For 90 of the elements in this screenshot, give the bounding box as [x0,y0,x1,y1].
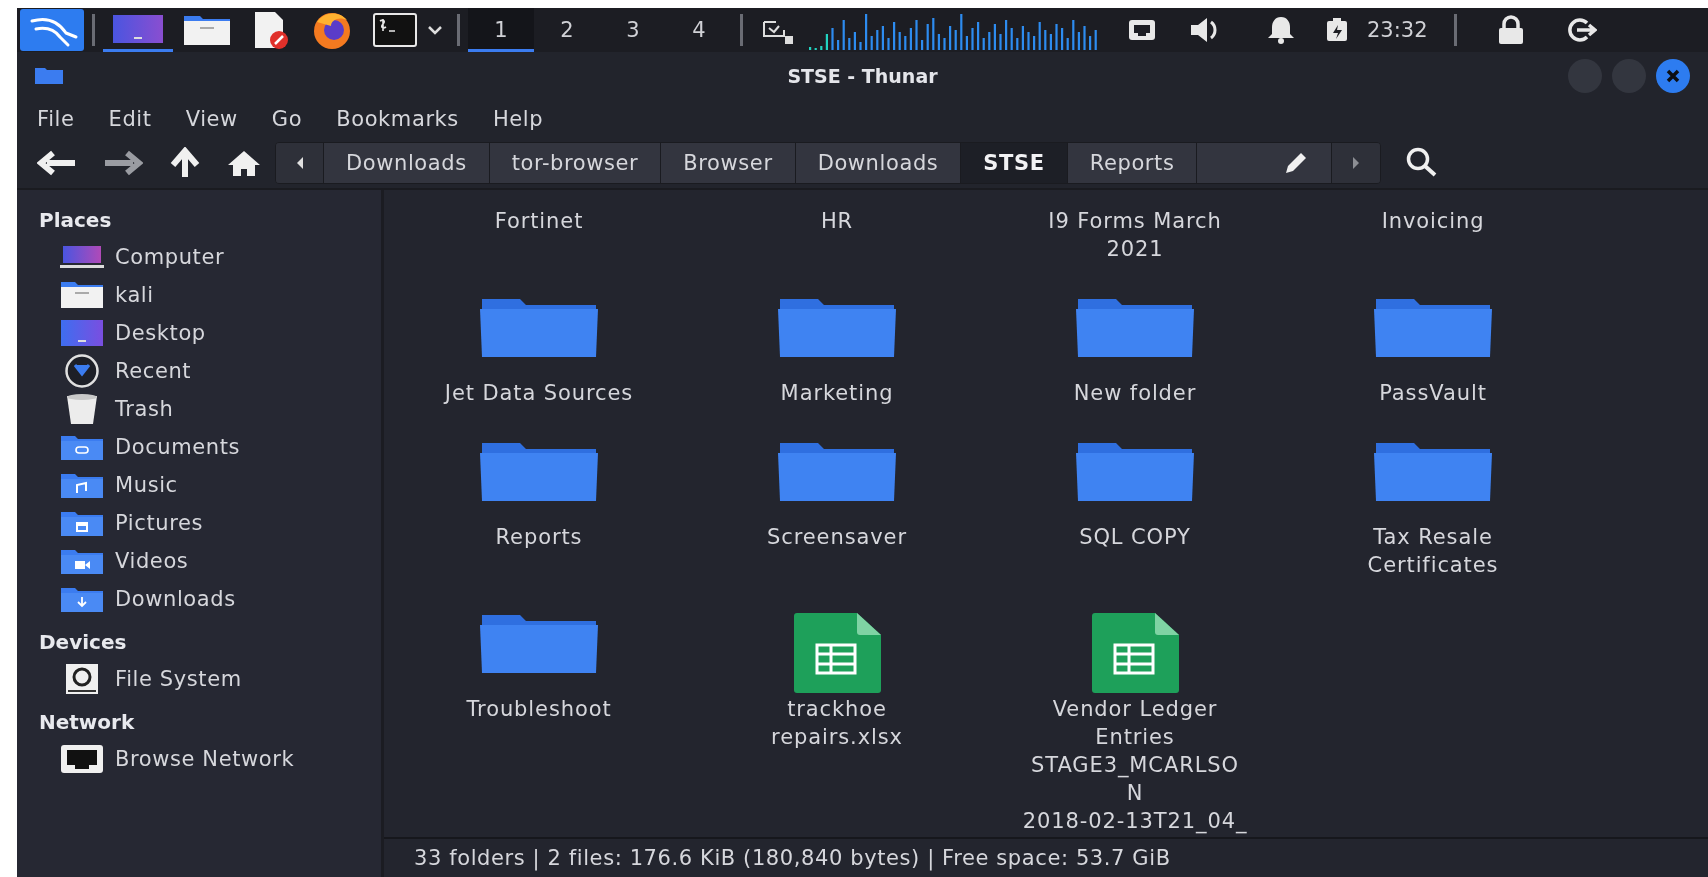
workspace-button[interactable]: 2 [534,8,600,52]
folder-icon[interactable] [183,14,231,46]
folder-icon [478,297,600,359]
sidebar-item[interactable]: Computer [17,238,381,276]
close-icon [1665,68,1681,84]
file-name[interactable]: Marketing [780,379,894,407]
file-name[interactable]: Vendor Ledger Entries STAGE3_MCARLSO N 2018-02-13T21_04_ [1022,695,1248,835]
menu-item[interactable]: Edit [98,101,162,137]
sidebar-item[interactable]: File System [17,660,381,698]
sidebar-item[interactable]: Recent [17,352,381,390]
menu-item[interactable]: Bookmarks [326,101,469,137]
file-name[interactable]: Screensaver [767,523,907,551]
sidebar-item[interactable]: Pictures [17,504,381,542]
file-name[interactable]: SQL COPY [1079,523,1191,551]
terminal-icon[interactable] [373,13,417,47]
clock-icon [64,353,100,389]
spreadsheet-icon [1091,613,1179,693]
path-button[interactable]: STSE [961,143,1068,183]
file-name[interactable]: New folder [1073,379,1197,407]
sidebar-item[interactable]: Music [17,466,381,504]
arrow-up-icon [169,147,201,179]
folder-icon [1372,441,1494,503]
sidebar-item[interactable]: Documents [17,428,381,466]
sidebar-item[interactable]: kali [17,276,381,314]
browser-globe-icon[interactable] [311,10,353,50]
menu-item[interactable]: Go [261,101,313,137]
triangle-right-icon [1351,156,1362,170]
workspace-button[interactable]: 3 [600,8,666,52]
home-folder-icon [59,280,105,310]
folder-icon [35,68,63,84]
bell-icon[interactable] [1267,15,1295,45]
desktop-icon[interactable] [113,14,163,43]
sidebar-item[interactable]: Browse Network [17,740,381,778]
lock-icon[interactable] [1496,15,1525,45]
folder-icon [1074,441,1196,503]
sidebar-item[interactable]: Videos [17,542,381,580]
file-name[interactable]: Fortinet [494,207,584,235]
path-button[interactable]: Reports [1067,143,1198,183]
status-text: 33 folders | 2 files: 176.6 KiB (180,840 bytes) | Free space: 53.7 GiB [414,846,1171,870]
file-name[interactable]: trackhoe repairs.xlsx [771,695,903,751]
file-name[interactable]: Jet Data Sources [444,379,634,407]
spreadsheet-icon [793,613,881,693]
folder-icon [478,441,600,503]
back-button[interactable] [37,150,77,176]
battery-icon[interactable] [1325,17,1349,43]
menu-item[interactable]: Help [482,101,554,137]
ethernet-icon [59,743,105,775]
close-button[interactable] [1656,59,1690,93]
home-button[interactable] [227,149,261,177]
scroll-left-button[interactable] [276,143,324,183]
workspace-button[interactable]: 1 [468,8,534,52]
home-icon [227,149,261,177]
clock-time[interactable]: 23:32 [1367,18,1428,42]
arrow-left-icon [37,150,77,176]
section-heading: Devices [39,630,127,654]
chevron-down-icon[interactable] [427,25,443,35]
edit-location-button[interactable] [1197,143,1333,183]
sidebar-item[interactable]: Desktop [17,314,381,352]
path-button[interactable]: Downloads [324,143,490,183]
sidebar-item[interactable]: Downloads [17,580,381,618]
path-button[interactable]: Browser [661,143,796,183]
file-name[interactable]: Tax Resale Certificates [1367,523,1499,579]
file-name[interactable]: Invoicing [1381,207,1485,235]
window-title: STSE - Thunar [787,65,938,87]
folder-icon [1074,297,1196,359]
sidebar-item[interactable]: Trash [17,390,381,428]
workspace-button[interactable]: 4 [666,8,732,52]
dragon-logo-icon[interactable] [20,9,84,51]
file-name[interactable]: Reports [495,523,583,551]
section-heading: Places [39,208,112,232]
ethernet-icon[interactable] [1127,18,1157,42]
folder-icon [478,613,600,675]
forward-button[interactable] [103,150,143,176]
drive-icon [63,662,101,696]
file-name[interactable]: Troubleshoot [466,695,612,723]
arrow-right-icon [103,150,143,176]
folder-icon [776,297,898,359]
file-name[interactable]: I9 Forms March 2021 [1048,207,1222,263]
desktop-icon [59,318,105,348]
menu-item[interactable]: File [27,101,85,137]
section-heading: Network [39,710,135,734]
monitor-icon [59,244,105,270]
folder-icon [776,441,898,503]
path-button[interactable]: Downloads [795,143,962,183]
file-name[interactable]: HR [820,207,854,235]
folder-icon [1372,297,1494,359]
menu-item[interactable]: View [175,101,248,137]
path-button[interactable]: tor-browser [489,143,662,183]
file-name[interactable]: PassVault [1379,379,1487,407]
up-button[interactable] [169,147,201,179]
